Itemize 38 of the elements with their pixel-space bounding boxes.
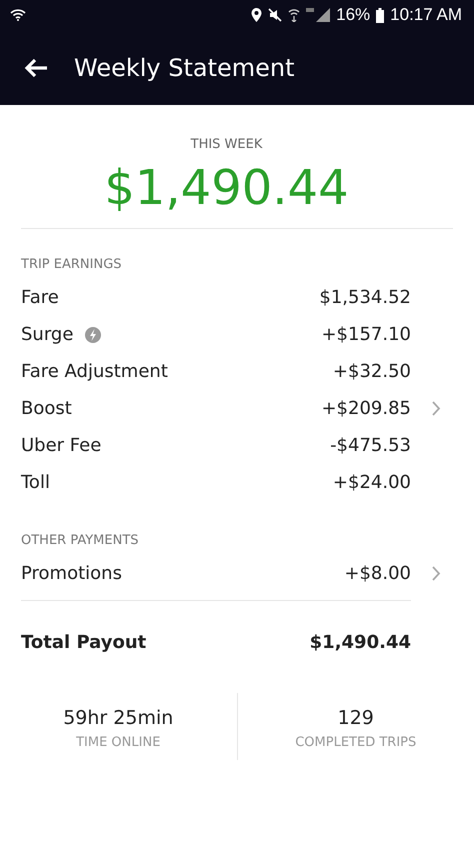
- row-label: Toll: [21, 472, 50, 493]
- chevron-right-icon[interactable]: [432, 566, 440, 581]
- row-amount: +$157.10: [320, 324, 411, 345]
- back-button[interactable]: [24, 58, 48, 78]
- status-time: 10:17 AM: [390, 5, 462, 25]
- section-heading: OTHER PAYMENTS: [21, 533, 140, 548]
- stat-value: 129: [338, 707, 374, 729]
- row-label: Boost: [21, 398, 72, 419]
- period-label: THIS WEEK: [190, 137, 262, 152]
- location-pin-icon: [251, 8, 262, 22]
- stat-label: COMPLETED TRIPS: [295, 735, 416, 750]
- battery-percent: 16%: [336, 5, 370, 25]
- muted-speaker-icon: [268, 8, 282, 22]
- signal-icon: [306, 8, 330, 22]
- total-label: Total Payout: [21, 632, 146, 652]
- row-amount: +$32.50: [332, 361, 411, 382]
- total-amount: $1,490.44: [310, 632, 411, 652]
- stat-label: TIME ONLINE: [76, 735, 160, 750]
- row-amount: $1,534.52: [318, 287, 411, 308]
- battery-icon: [376, 8, 384, 22]
- back-arrow-icon: [24, 58, 48, 78]
- row-label: Surge: [21, 324, 74, 345]
- row-amount: +$209.85: [320, 398, 411, 419]
- stat-value: 59hr 25min: [63, 707, 174, 729]
- row-label: Promotions: [21, 563, 122, 584]
- section-heading: TRIP EARNINGS: [21, 257, 123, 272]
- row-label: Uber Fee: [21, 435, 102, 456]
- lightning-badge-icon: [85, 326, 102, 342]
- screen-title: Weekly Statement: [74, 54, 295, 82]
- week-total-amount: $1,490.44: [104, 160, 349, 216]
- wifi-icon: [288, 8, 300, 22]
- chevron-right-icon[interactable]: [432, 401, 440, 416]
- row-amount: +$24.00: [332, 472, 411, 493]
- row-amount: -$475.53: [329, 435, 411, 456]
- row-amount: +$8.00: [343, 563, 411, 584]
- wifi-icon: [10, 9, 26, 21]
- row-label: Fare Adjustment: [21, 361, 168, 382]
- row-label: Fare: [21, 287, 59, 308]
